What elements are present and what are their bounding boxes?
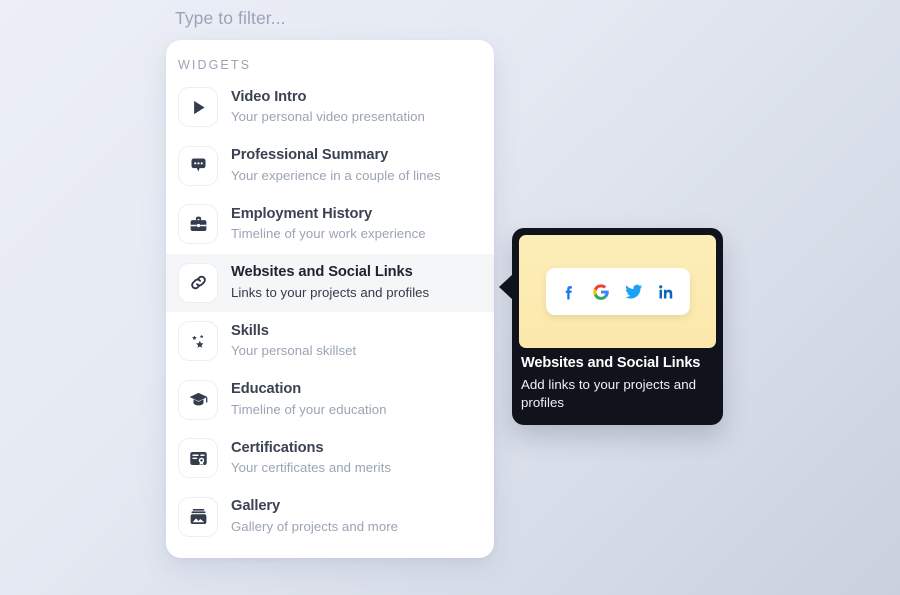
widget-list: Video Intro Your personal video presenta… <box>166 78 494 546</box>
widgets-panel-heading: WIDGETS <box>178 58 252 72</box>
widget-item-subtitle: Your personal video presentation <box>231 109 425 125</box>
widget-preview-tooltip: Websites and Social Links Add links to y… <box>499 228 723 425</box>
briefcase-icon <box>178 204 218 245</box>
widget-item-subtitle: Gallery of projects and more <box>231 518 399 534</box>
google-icon[interactable] <box>590 281 612 303</box>
widgets-panel: WIDGETS Video Intro Your personal video … <box>166 40 494 558</box>
widget-item-subtitle: Your personal skillset <box>231 343 357 359</box>
widget-item-subtitle: Timeline of your education <box>231 401 387 417</box>
gallery-image-icon <box>178 496 218 537</box>
widget-item-title: Certifications <box>231 439 324 456</box>
widget-item-websites-and-social-links[interactable]: Websites and Social Links Links to your … <box>166 253 494 312</box>
preview-description: Add links to your projects and profiles <box>521 376 697 411</box>
widget-item-subtitle: Links to your projects and profiles <box>231 284 430 300</box>
preview-thumbnail <box>519 235 716 348</box>
widget-item-title: Employment History <box>231 205 373 222</box>
widget-item-title: Education <box>231 381 302 398</box>
social-icons-strip <box>545 268 690 315</box>
filter-input[interactable] <box>175 4 475 32</box>
preview-title: Websites and Social Links <box>521 355 701 371</box>
widget-item-title: Websites and Social Links <box>231 264 413 281</box>
widget-item-gallery[interactable]: Gallery Gallery of projects and more <box>166 488 494 547</box>
play-icon <box>178 87 218 128</box>
tooltip-arrow-icon <box>499 274 513 300</box>
graduation-cap-icon <box>178 379 218 420</box>
sparkle-stars-icon <box>178 321 218 362</box>
widget-item-subtitle: Timeline of your work experience <box>231 226 426 242</box>
widget-item-certifications[interactable]: Certifications Your certificates and mer… <box>166 429 494 488</box>
twitter-icon[interactable] <box>623 281 645 303</box>
facebook-icon[interactable] <box>558 281 580 303</box>
widget-item-subtitle: Your certificates and merits <box>231 460 391 476</box>
widget-item-title: Gallery <box>231 498 281 515</box>
widget-item-employment-history[interactable]: Employment History Timeline of your work… <box>166 195 494 254</box>
linkedin-icon[interactable] <box>655 281 677 303</box>
link-icon <box>178 262 218 303</box>
preview-text-block: Websites and Social Links Add links to y… <box>521 354 714 413</box>
certificate-icon <box>178 438 218 479</box>
widget-item-skills[interactable]: Skills Your personal skillset <box>166 312 494 371</box>
widget-item-video-intro[interactable]: Video Intro Your personal video presenta… <box>166 78 494 137</box>
widget-item-title: Skills <box>231 322 269 339</box>
widget-item-title: Professional Summary <box>231 147 389 164</box>
widget-item-title: Video Intro <box>231 88 307 105</box>
widget-item-education[interactable]: Education Timeline of your education <box>166 371 494 430</box>
widget-item-subtitle: Your experience in a couple of lines <box>231 167 441 183</box>
speech-bubble-icon <box>178 145 218 186</box>
widget-item-professional-summary[interactable]: Professional Summary Your experience in … <box>166 137 494 196</box>
